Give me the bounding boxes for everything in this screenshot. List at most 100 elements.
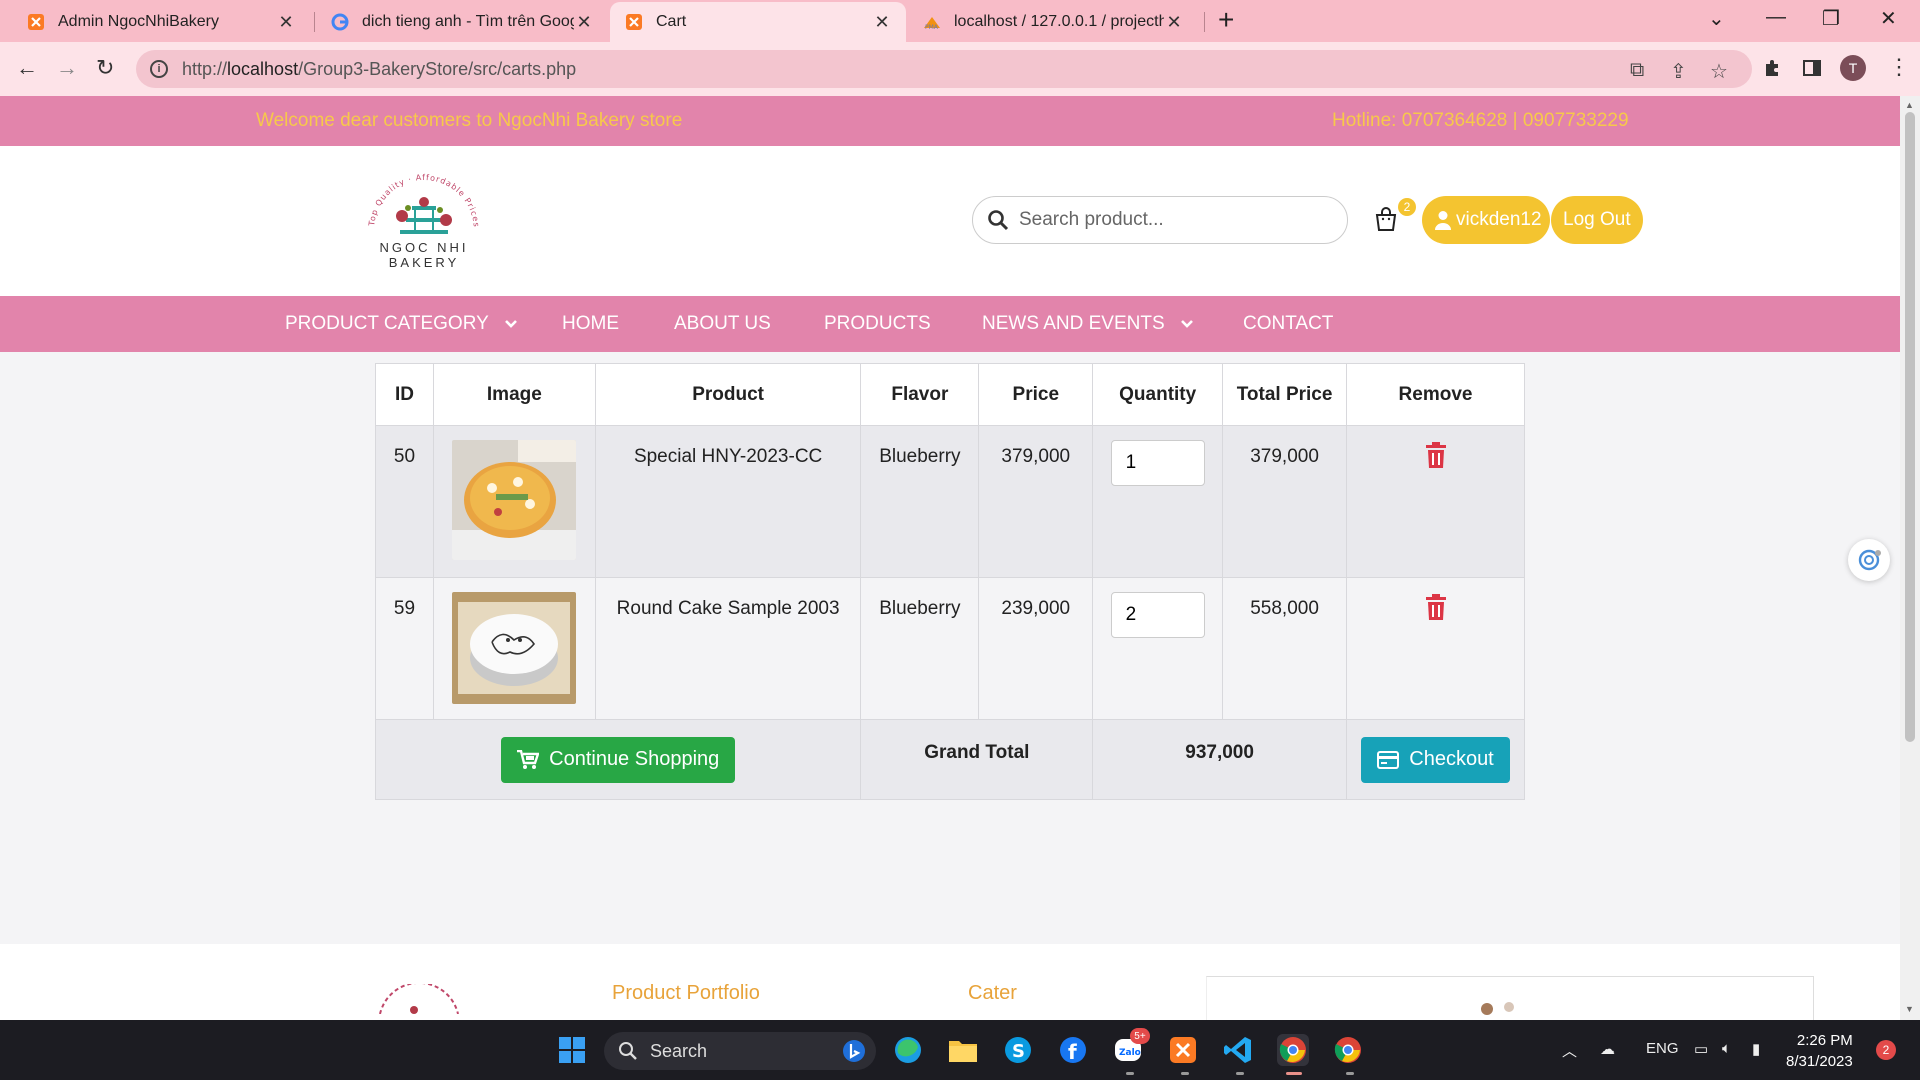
continue-shopping-button[interactable]: Continue Shopping [501,736,736,783]
hotline-text: Hotline: 0707364628 | 0907733229 [1332,110,1629,131]
window-close-button[interactable]: ✕ [1880,6,1897,31]
clock-time: 2:26 PM [1796,1032,1853,1049]
side-panel-icon[interactable] [1802,58,1822,84]
address-bar[interactable]: i http://localhost/Group3-BakeryStore/sr… [136,50,1752,88]
close-icon[interactable]: ✕ [574,12,594,33]
cart-button[interactable]: 2 [1374,198,1416,236]
col-header-image: Image [432,363,596,426]
search-input[interactable] [1019,209,1339,231]
minimize-button[interactable]: — [1766,6,1786,29]
item-remove-cell [1346,577,1525,720]
xampp-icon [624,12,644,32]
item-price: 379,000 [978,425,1094,578]
zalo-badge: 5+ [1130,1028,1150,1044]
xampp-icon[interactable] [1167,1034,1199,1066]
notification-badge[interactable]: 2 [1876,1040,1896,1060]
tab-google[interactable]: dich tieng anh - Tìm trên Google ✕ [316,2,608,42]
search-icon [619,1042,637,1060]
tab-title: localhost / 127.0.0.1 / projecthk2 [954,13,1164,30]
tab-search-chevron-icon[interactable]: ⌄ [1708,6,1725,31]
tab-admin[interactable]: Admin NgocNhiBakery ✕ [12,2,310,42]
close-icon[interactable]: ✕ [1164,12,1184,33]
username-label: vickden12 [1456,209,1542,230]
skype-icon[interactable]: S [1002,1034,1034,1066]
restore-button[interactable]: ❐ [1822,6,1840,31]
logout-button[interactable]: Log Out [1551,196,1643,244]
scrollbar-thumb[interactable] [1905,112,1915,742]
close-icon[interactable]: ✕ [276,12,296,33]
info-icon[interactable]: i [150,60,168,78]
svg-text:PMA: PMA [925,24,939,30]
chrome-icon[interactable] [1277,1034,1309,1066]
back-arrow-icon[interactable]: ← [16,55,38,81]
close-icon[interactable]: ✕ [872,12,892,33]
checkout-button[interactable]: Checkout [1361,736,1510,783]
quantity-input[interactable] [1110,592,1205,638]
item-quantity-cell [1092,425,1224,578]
product-image[interactable] [452,440,577,560]
facebook-icon[interactable]: f [1057,1034,1089,1066]
chevron-up-icon[interactable]: ︿ [1562,1040,1577,1061]
edge-icon[interactable] [892,1034,924,1066]
tab-phpmyadmin[interactable]: PMA localhost / 127.0.0.1 / projecthk2 ✕ [908,2,1198,42]
taskbar-search-label: Search [650,1040,708,1061]
table-row: 59 Round Cake Sample 2003 Blueberry 239,… [375,577,1525,720]
system-clock[interactable]: 2:26 PM 8/31/2023 [1786,1030,1853,1072]
item-quantity-cell [1092,577,1224,720]
trash-icon[interactable] [1425,594,1447,626]
network-icon[interactable]: ▭ [1694,1040,1708,1058]
trash-icon[interactable] [1425,442,1447,474]
url-host: localhost [227,58,299,79]
nav-home[interactable]: HOME [562,313,619,335]
item-total: 558,000 [1222,577,1348,720]
url-text[interactable]: http://localhost/Group3-BakeryStore/src/… [182,59,576,80]
zalo-icon[interactable]: Zalo 5+ [1112,1028,1150,1066]
forward-arrow-icon[interactable]: → [56,55,78,81]
google-icon [330,12,350,32]
bookmark-star-icon[interactable]: ☆ [1710,59,1728,84]
language-indicator[interactable]: ENG [1646,1040,1679,1057]
nav-about-us[interactable]: ABOUT US [674,313,771,335]
scroll-up-arrow-icon[interactable]: ▲ [1905,100,1914,110]
welcome-text: Welcome dear customers to NgocNhi Bakery… [256,110,683,131]
assistant-float-button[interactable] [1848,539,1890,581]
running-indicator [1236,1072,1244,1075]
menu-kebab-icon[interactable]: ⋮ [1888,54,1910,80]
footer-heading-portfolio: Product Portfolio [612,982,760,1004]
file-explorer-icon[interactable] [947,1034,979,1066]
site-logo[interactable]: Top Quality · Affordable Prices NGOC NHI… [344,168,504,270]
product-search[interactable] [972,196,1348,244]
volume-icon[interactable]: 🔈︎ [1722,1040,1731,1057]
product-image[interactable] [452,592,577,704]
scroll-down-arrow-icon[interactable]: ▼ [1905,1004,1914,1014]
page-viewport: Welcome dear customers to NgocNhi Bakery… [0,96,1900,1020]
nav-product-category[interactable]: PRODUCT CATEGORY [285,313,517,335]
taskbar-search[interactable]: Search [604,1032,876,1070]
translate-icon[interactable]: ⧉ [1630,59,1644,82]
quantity-input[interactable] [1110,440,1205,486]
chrome-profile-icon[interactable] [1332,1034,1364,1066]
windows-start-icon[interactable] [556,1034,588,1066]
account-button[interactable]: vickden12 [1422,196,1550,244]
running-indicator-active [1286,1072,1302,1075]
new-tab-button[interactable]: + [1218,4,1234,36]
decor-flower-icon [1481,1002,1514,1015]
extensions-puzzle-icon[interactable] [1762,58,1782,84]
grand-total-value: 937,000 [1092,719,1348,800]
share-icon[interactable]: ⇪ [1670,59,1687,84]
running-indicator [1346,1072,1354,1075]
item-total: 379,000 [1222,425,1348,578]
onedrive-cloud-icon[interactable]: ☁ [1600,1040,1615,1058]
nav-contact[interactable]: CONTACT [1243,313,1333,335]
tab-cart[interactable]: Cart ✕ [610,2,906,42]
page-scrollbar[interactable]: ▲ ▼ [1900,96,1920,1020]
checkout-label: Checkout [1409,748,1494,770]
vscode-icon[interactable] [1222,1034,1254,1066]
battery-icon[interactable]: ▮ [1752,1040,1760,1058]
nav-news-events[interactable]: NEWS AND EVENTS [982,313,1193,335]
nav-products[interactable]: PRODUCTS [824,313,931,335]
running-indicator [1181,1072,1189,1075]
profile-avatar[interactable]: T [1840,55,1866,81]
continue-shopping-label: Continue Shopping [549,748,720,770]
reload-icon[interactable]: ↻ [96,55,114,81]
